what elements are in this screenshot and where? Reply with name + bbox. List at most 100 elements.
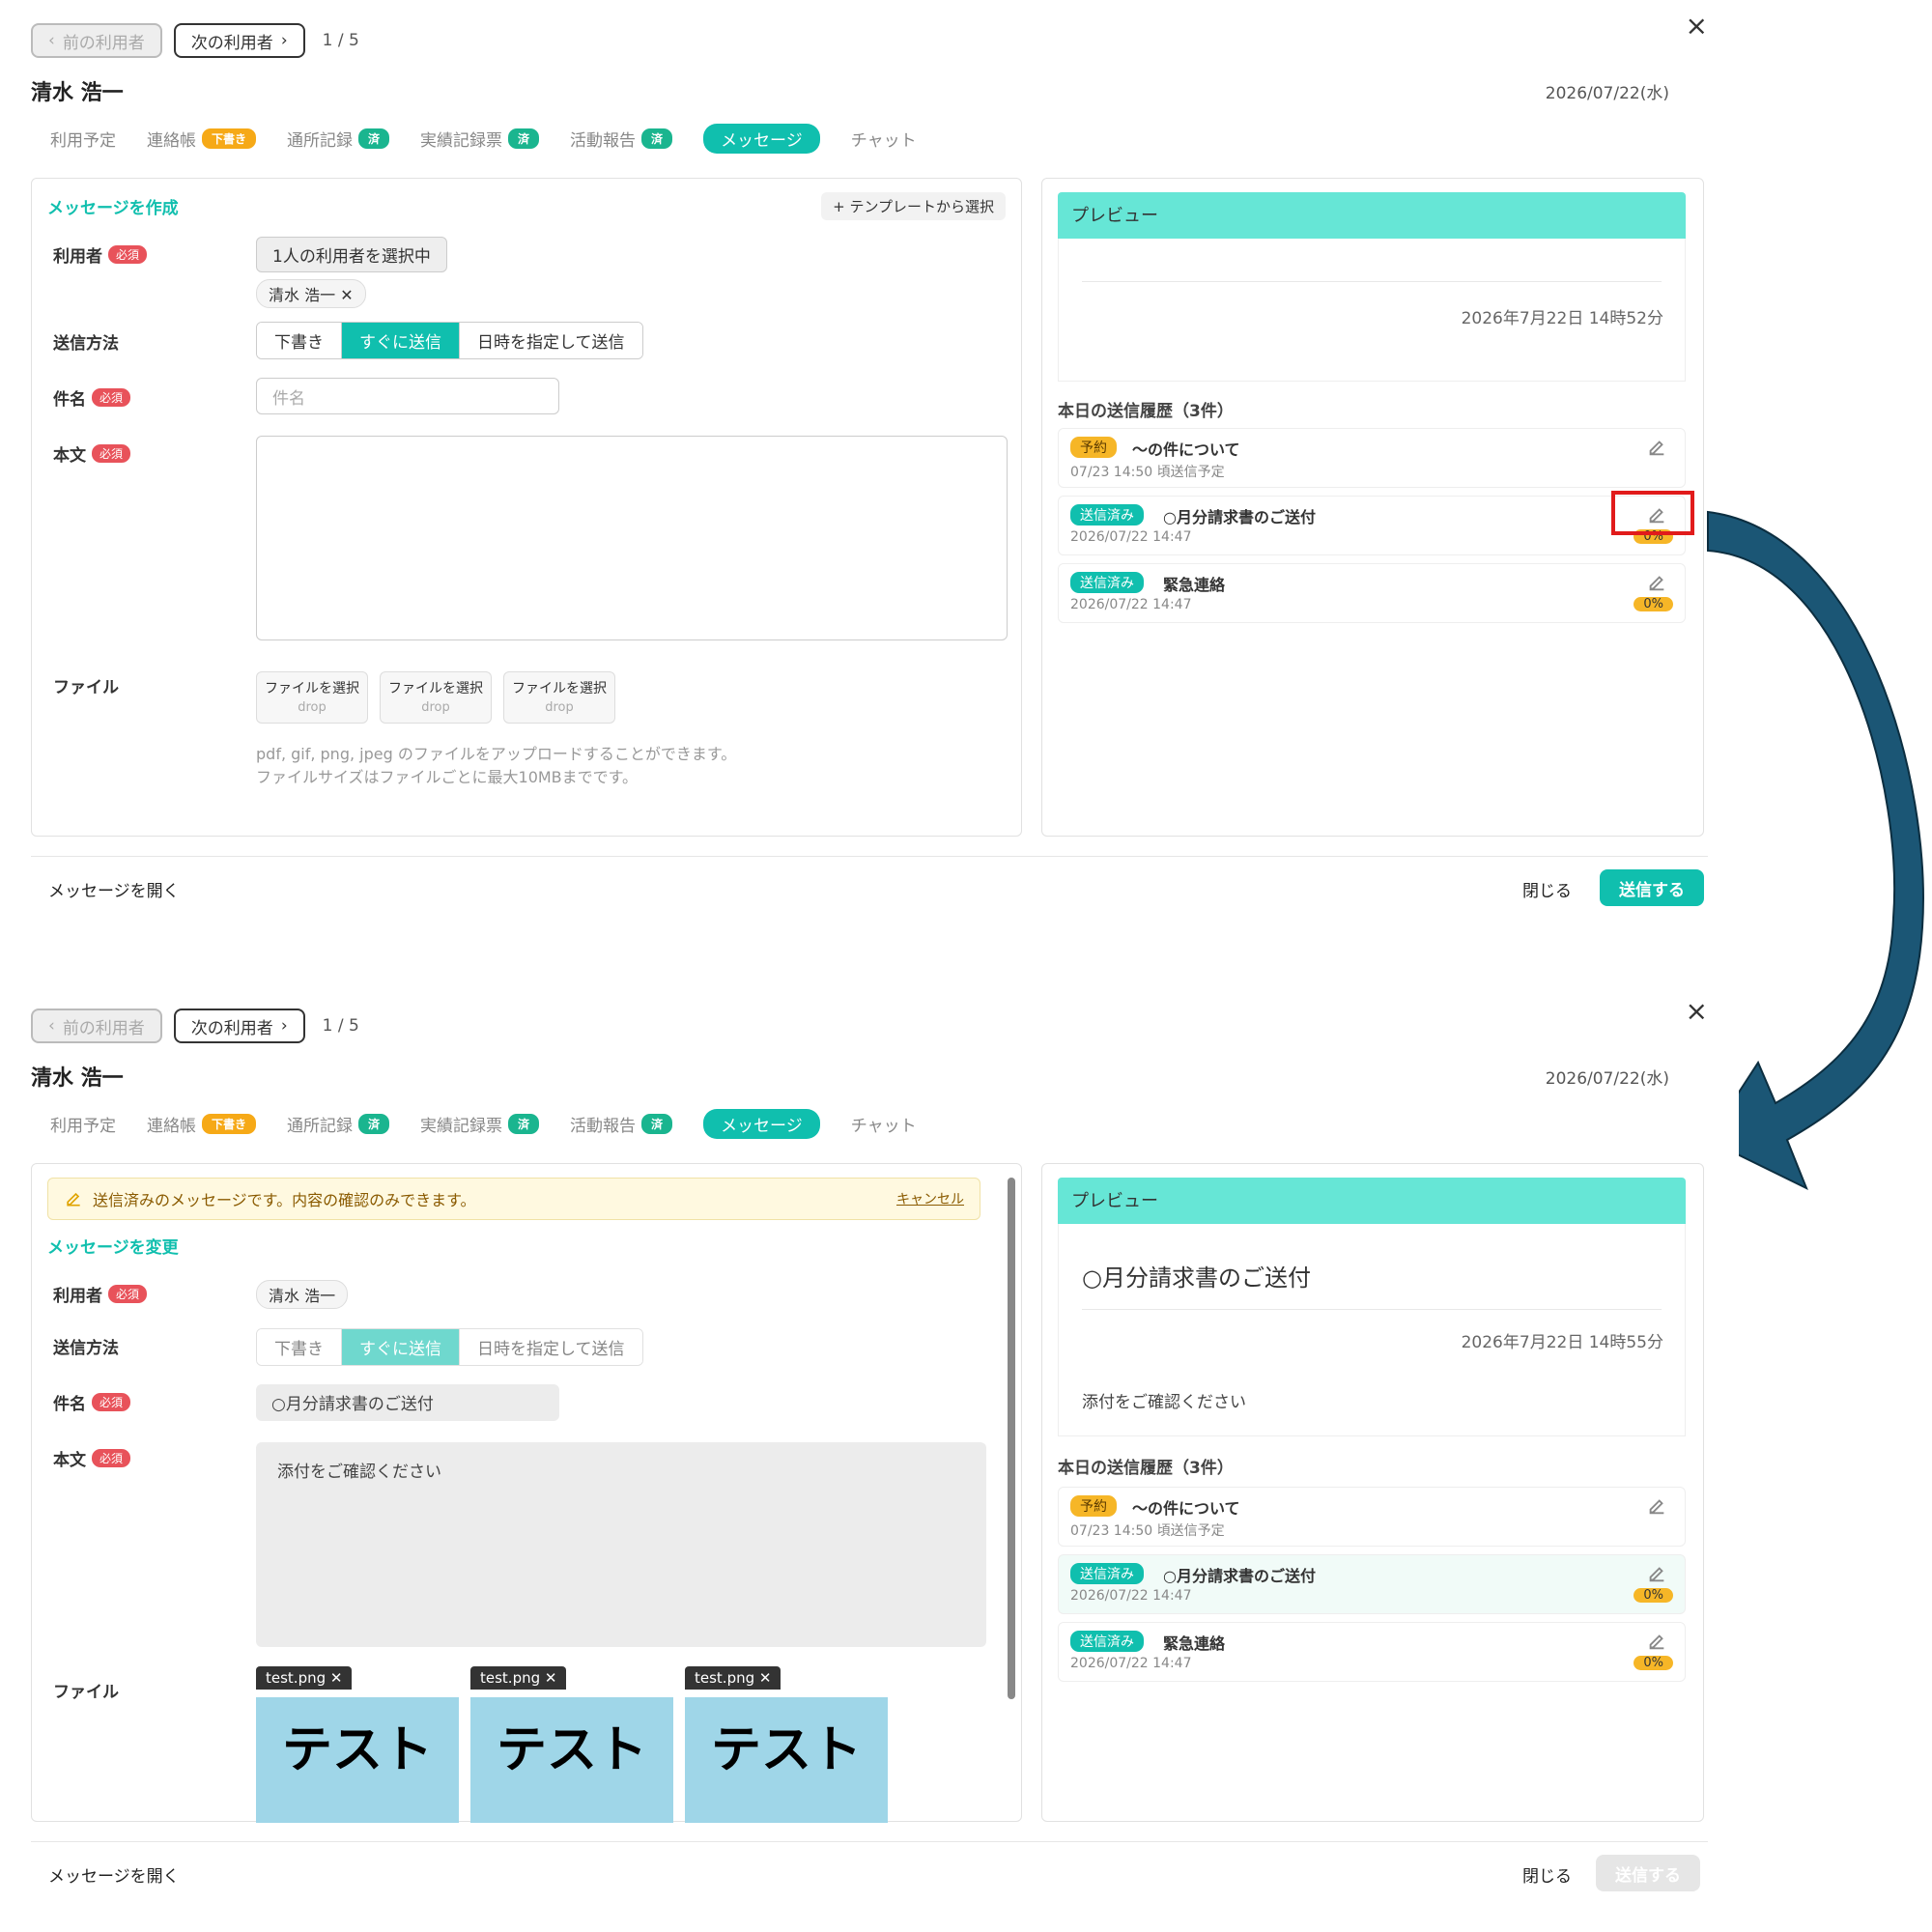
tab-schedule[interactable]: 利用予定 bbox=[50, 127, 116, 151]
subject-input[interactable]: 件名 bbox=[256, 378, 559, 414]
reserved-badge: 予約 bbox=[1070, 437, 1117, 458]
tab-notebook[interactable]: 連絡帳 下書き bbox=[147, 1112, 257, 1136]
edit-icon[interactable] bbox=[1646, 1563, 1667, 1584]
close-icon[interactable]: × bbox=[1686, 10, 1708, 42]
required-badge: 必須 bbox=[108, 1285, 148, 1303]
file-label: ファイル bbox=[53, 678, 119, 697]
history-item-title: ～の件について bbox=[1132, 1499, 1240, 1518]
user-counter: 1 / 5 bbox=[322, 1016, 359, 1036]
next-user-button[interactable]: 次の利用者 › bbox=[173, 1009, 305, 1043]
history-item-time: 2026/07/22 14:47 bbox=[1070, 1588, 1192, 1604]
edit-icon[interactable] bbox=[1646, 1495, 1667, 1517]
tab-message[interactable]: メッセージ bbox=[703, 1109, 820, 1139]
draft-badge: 下書き bbox=[202, 128, 257, 149]
prev-user-button[interactable]: ‹ 前の利用者 bbox=[31, 1009, 162, 1043]
footer-divider bbox=[31, 1841, 1708, 1842]
body-label: 本文 必須 bbox=[53, 1446, 131, 1470]
required-badge: 必須 bbox=[92, 444, 131, 463]
sent-notice: 送信済みのメッセージです。内容の確認のみできます。 キャンセル bbox=[47, 1178, 980, 1220]
done-badge: 済 bbox=[641, 128, 673, 149]
template-select-button[interactable]: + テンプレートから選択 bbox=[821, 192, 1006, 220]
read-rate-badge: 0% bbox=[1634, 1588, 1673, 1603]
history-item-title: 緊急連絡 bbox=[1163, 1634, 1226, 1653]
history-item[interactable]: 予約 ～の件について 07/23 14:50 頃送信予定 bbox=[1058, 428, 1686, 488]
file-name-tag[interactable]: test.png ✕ bbox=[470, 1666, 567, 1690]
tab-activity-report[interactable]: 活動報告済 bbox=[570, 1112, 673, 1136]
tab-attendance[interactable]: 通所記録済 bbox=[287, 1112, 390, 1136]
close-icon[interactable]: × bbox=[1686, 995, 1708, 1027]
next-user-button[interactable]: 次の利用者 › bbox=[173, 23, 305, 58]
file-drop-zone[interactable]: ファイルを選択 drop bbox=[256, 671, 368, 724]
send-button: 送信する bbox=[1596, 1855, 1700, 1891]
history-item-title: ○月分請求書のご送付 bbox=[1163, 1567, 1316, 1585]
edit-icon[interactable] bbox=[1646, 572, 1667, 593]
tab-bar: 利用予定 連絡帳 下書き 通所記録済 実績記録票済 活動報告済 メッセージ チャッ… bbox=[50, 124, 917, 154]
file-name-tag[interactable]: test.png ✕ bbox=[256, 1666, 353, 1690]
method-scheduled: 日時を指定して送信 bbox=[460, 1329, 642, 1365]
method-label: 送信方法 bbox=[53, 334, 119, 354]
user-select-button[interactable]: 1人の利用者を選択中 bbox=[256, 237, 447, 272]
tab-notebook[interactable]: 連絡帳 下書き bbox=[147, 127, 257, 151]
current-date: 2026/07/22(水) bbox=[1545, 84, 1669, 103]
user-navigation: ‹ 前の利用者 次の利用者 › 1 / 5 bbox=[31, 23, 359, 58]
file-thumbnail: テスト bbox=[256, 1697, 459, 1823]
tab-schedule[interactable]: 利用予定 bbox=[50, 1112, 116, 1136]
preview-date: 2026年7月22日 14時55分 bbox=[1461, 1333, 1663, 1352]
file-thumbnail: テスト bbox=[685, 1697, 888, 1823]
remove-icon[interactable]: ✕ bbox=[759, 1669, 772, 1687]
tab-record-sheet[interactable]: 実績記録票済 bbox=[420, 127, 540, 151]
preview-body: ○月分請求書のご送付 2026年7月22日 14時55分 添付をご確認ください bbox=[1058, 1224, 1686, 1436]
remove-icon[interactable]: ✕ bbox=[545, 1669, 557, 1687]
prev-user-button[interactable]: ‹ 前の利用者 bbox=[31, 23, 162, 58]
history-item[interactable]: 送信済み ○月分請求書のご送付 2026/07/22 14:47 0% bbox=[1058, 496, 1686, 555]
body-textarea[interactable] bbox=[256, 436, 1008, 640]
tab-chat[interactable]: チャット bbox=[851, 1112, 917, 1136]
tab-chat[interactable]: チャット bbox=[851, 127, 917, 151]
method-scheduled[interactable]: 日時を指定して送信 bbox=[460, 323, 642, 358]
method-draft[interactable]: 下書き bbox=[257, 323, 342, 358]
send-method-toggle: 下書き すぐに送信 日時を指定して送信 bbox=[256, 1328, 643, 1366]
close-button[interactable]: 閉じる bbox=[1522, 877, 1572, 901]
divider bbox=[1082, 281, 1662, 282]
method-send-now[interactable]: すぐに送信 bbox=[342, 323, 460, 358]
history-item-title: ○月分請求書のご送付 bbox=[1163, 508, 1316, 526]
subject-label: 件名 必須 bbox=[53, 1390, 131, 1414]
method-send-now: すぐに送信 bbox=[342, 1329, 460, 1365]
scrollbar[interactable] bbox=[1008, 1178, 1015, 1699]
user-tag: 清水 浩一 bbox=[256, 1280, 349, 1309]
edit-icon[interactable] bbox=[1646, 437, 1667, 458]
open-message-link[interactable]: メッセージを開く bbox=[48, 1862, 180, 1887]
cancel-link[interactable]: キャンセル bbox=[896, 1189, 964, 1208]
file-drop-zone[interactable]: ファイルを選択 drop bbox=[380, 671, 492, 724]
preview-title: プレビュー bbox=[1058, 1178, 1686, 1224]
remove-icon[interactable]: ✕ bbox=[340, 286, 353, 304]
tab-record-sheet[interactable]: 実績記録票済 bbox=[420, 1112, 540, 1136]
send-button[interactable]: 送信する bbox=[1600, 869, 1704, 906]
read-rate-badge: 0% bbox=[1634, 597, 1673, 611]
history-item[interactable]: 送信済み 緊急連絡 2026/07/22 14:47 0% bbox=[1058, 563, 1686, 623]
chevron-left-icon: ‹ bbox=[48, 1016, 55, 1036]
edit-icon[interactable] bbox=[1646, 1631, 1667, 1652]
method-label: 送信方法 bbox=[53, 1339, 119, 1358]
file-thumbnail: テスト bbox=[470, 1697, 673, 1823]
tab-message[interactable]: メッセージ bbox=[703, 124, 820, 154]
file-drop-zone[interactable]: ファイルを選択 drop bbox=[503, 671, 615, 724]
tab-attendance[interactable]: 通所記録済 bbox=[287, 127, 390, 151]
history-item-selected[interactable]: 送信済み ○月分請求書のご送付 2026/07/22 14:47 0% bbox=[1058, 1554, 1686, 1614]
history-item[interactable]: 送信済み 緊急連絡 2026/07/22 14:47 0% bbox=[1058, 1622, 1686, 1682]
method-draft: 下書き bbox=[257, 1329, 342, 1365]
edit-icon bbox=[67, 1192, 80, 1207]
close-button[interactable]: 閉じる bbox=[1522, 1862, 1572, 1887]
done-badge: 済 bbox=[508, 128, 540, 149]
tab-activity-report[interactable]: 活動報告済 bbox=[570, 127, 673, 151]
file-name-tag[interactable]: test.png ✕ bbox=[685, 1666, 781, 1690]
divider bbox=[1082, 1309, 1662, 1310]
remove-icon[interactable]: ✕ bbox=[330, 1669, 343, 1687]
open-message-link[interactable]: メッセージを開く bbox=[48, 877, 180, 901]
history-item[interactable]: 予約 ～の件について 07/23 14:50 頃送信予定 bbox=[1058, 1487, 1686, 1547]
history-item-time: 2026/07/22 14:47 bbox=[1070, 597, 1192, 612]
tab-bar: 利用予定 連絡帳 下書き 通所記録済 実績記録票済 活動報告済 メッセージ チャッ… bbox=[50, 1109, 917, 1139]
required-badge: 必須 bbox=[92, 388, 131, 407]
required-badge: 必須 bbox=[108, 245, 148, 264]
history-item-time: 07/23 14:50 頃送信予定 bbox=[1070, 1523, 1225, 1539]
